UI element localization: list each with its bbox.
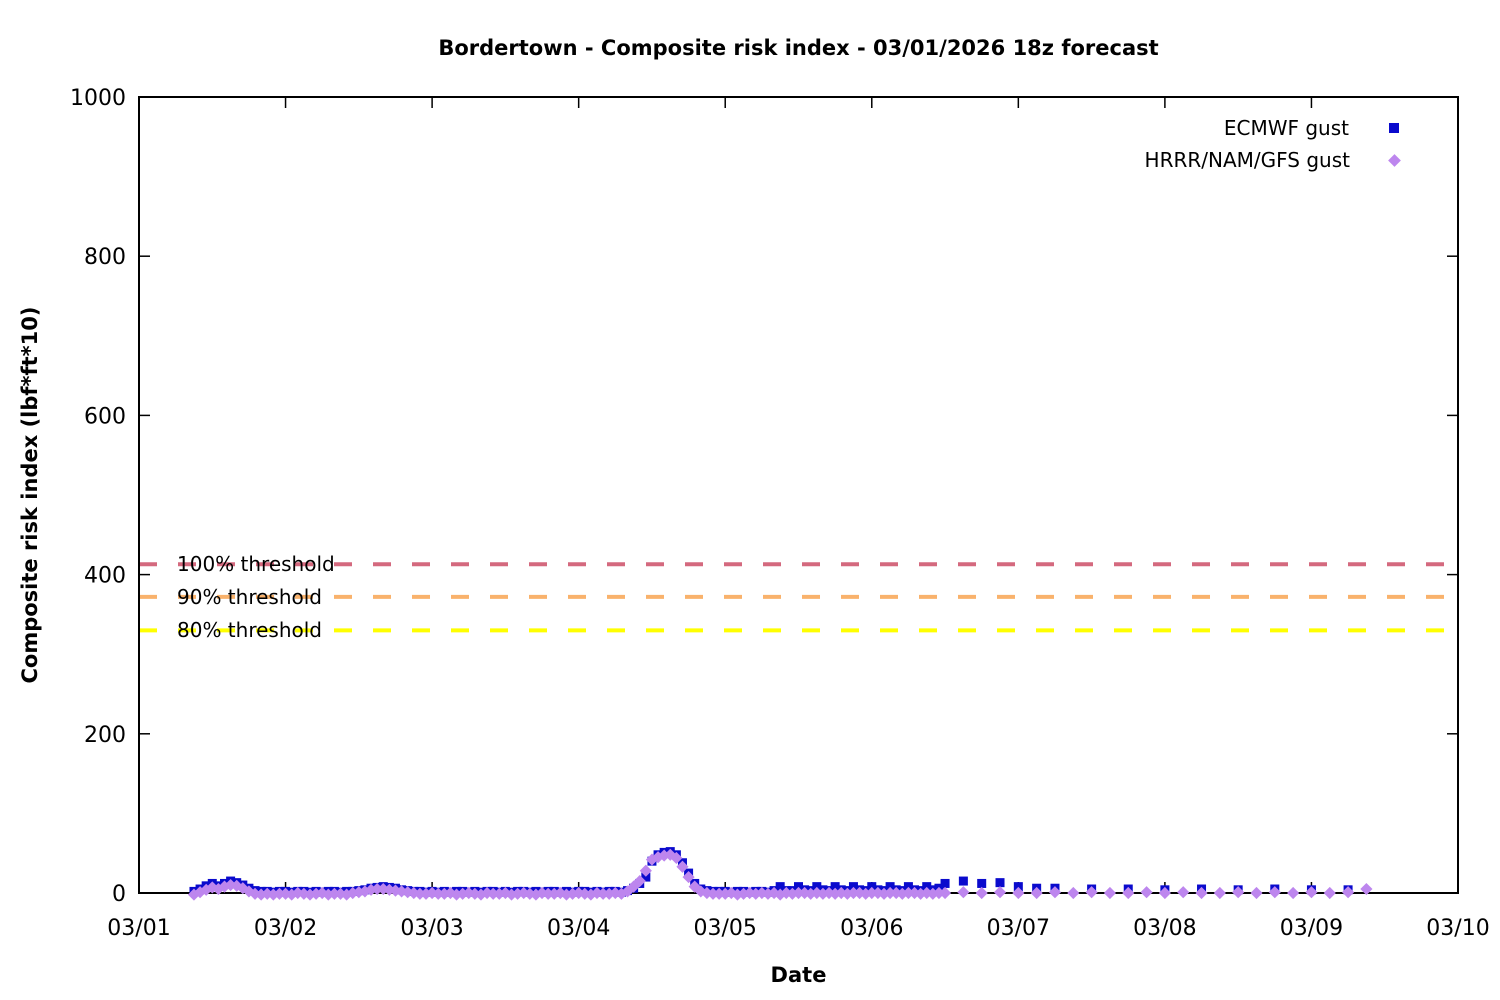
data-point-diamond <box>957 886 970 899</box>
legend: ECMWF gust HRRR/NAM/GFS gust <box>139 112 1401 176</box>
x-tick-label: 03/08 <box>1133 916 1196 941</box>
x-tick-label: 03/01 <box>107 916 170 941</box>
legend-label-ecmwf: ECMWF gust <box>1223 116 1349 140</box>
data-point-diamond <box>993 886 1007 899</box>
data-point-diamond <box>1140 886 1153 899</box>
threshold-label-100: 100% threshold <box>177 552 335 577</box>
data-point-square <box>940 878 950 888</box>
data-point-square <box>977 878 987 888</box>
x-tick-label: 03/07 <box>987 916 1050 941</box>
legend-row-hrrr: HRRR/NAM/GFS gust <box>139 144 1401 176</box>
chart-canvas: 03/01 03/02 03/03 03/04 03/05 03/06 03/07 03/08… <box>0 0 1500 1000</box>
x-tick-label: 03/04 <box>547 916 610 941</box>
chart-title: Bordertown - Composite risk index - 03/0… <box>438 36 1159 60</box>
data-point-diamond <box>1067 886 1080 900</box>
y-tick-label: 1000 <box>70 86 126 111</box>
y-tick-label: 200 <box>84 723 126 748</box>
x-tick-label: 03/02 <box>254 916 317 941</box>
x-axis-title: Date <box>770 963 827 987</box>
threshold-label-80: 80% threshold <box>177 618 322 643</box>
y-tick-label: 800 <box>84 245 126 270</box>
y-axis-title: Composite risk index (lbf*ft*10) <box>18 306 42 684</box>
legend-row-ecmwf: ECMWF gust <box>139 112 1399 144</box>
x-tick-label: 03/10 <box>1426 916 1489 941</box>
data-point-diamond <box>1287 886 1300 900</box>
plot-border <box>138 96 1459 894</box>
x-axis-ticks: 03/01 03/02 03/03 03/04 03/05 03/06 03/07 03/08… <box>107 97 1490 941</box>
data-point-diamond <box>1250 886 1263 900</box>
y-tick-label: 0 <box>112 882 126 907</box>
x-tick-label: 03/06 <box>840 916 903 941</box>
data-point-diamond <box>1177 886 1190 899</box>
threshold-label-90: 90% threshold <box>177 584 322 609</box>
legend-label-hrrr: HRRR/NAM/GFS gust <box>1144 148 1350 172</box>
x-tick-label: 03/09 <box>1280 916 1343 941</box>
x-tick-label: 03/03 <box>400 916 463 941</box>
hrrr-diamond-marker-icon <box>1388 153 1401 167</box>
ecmwf-square-marker-icon <box>1389 123 1399 133</box>
y-tick-label: 400 <box>84 564 126 589</box>
data-point-diamond <box>1103 886 1117 900</box>
data-point-diamond <box>1323 886 1336 900</box>
y-tick-label: 600 <box>84 404 126 429</box>
y-axis-ticks: 0 200 400 600 800 1000 <box>70 86 1458 907</box>
data-point-square <box>995 878 1005 888</box>
threshold-lines <box>139 562 1445 633</box>
data-point-diamond <box>975 886 988 900</box>
x-tick-label: 03/05 <box>694 916 757 941</box>
data-point-diamond <box>1213 886 1226 900</box>
data-point-square <box>958 876 968 886</box>
